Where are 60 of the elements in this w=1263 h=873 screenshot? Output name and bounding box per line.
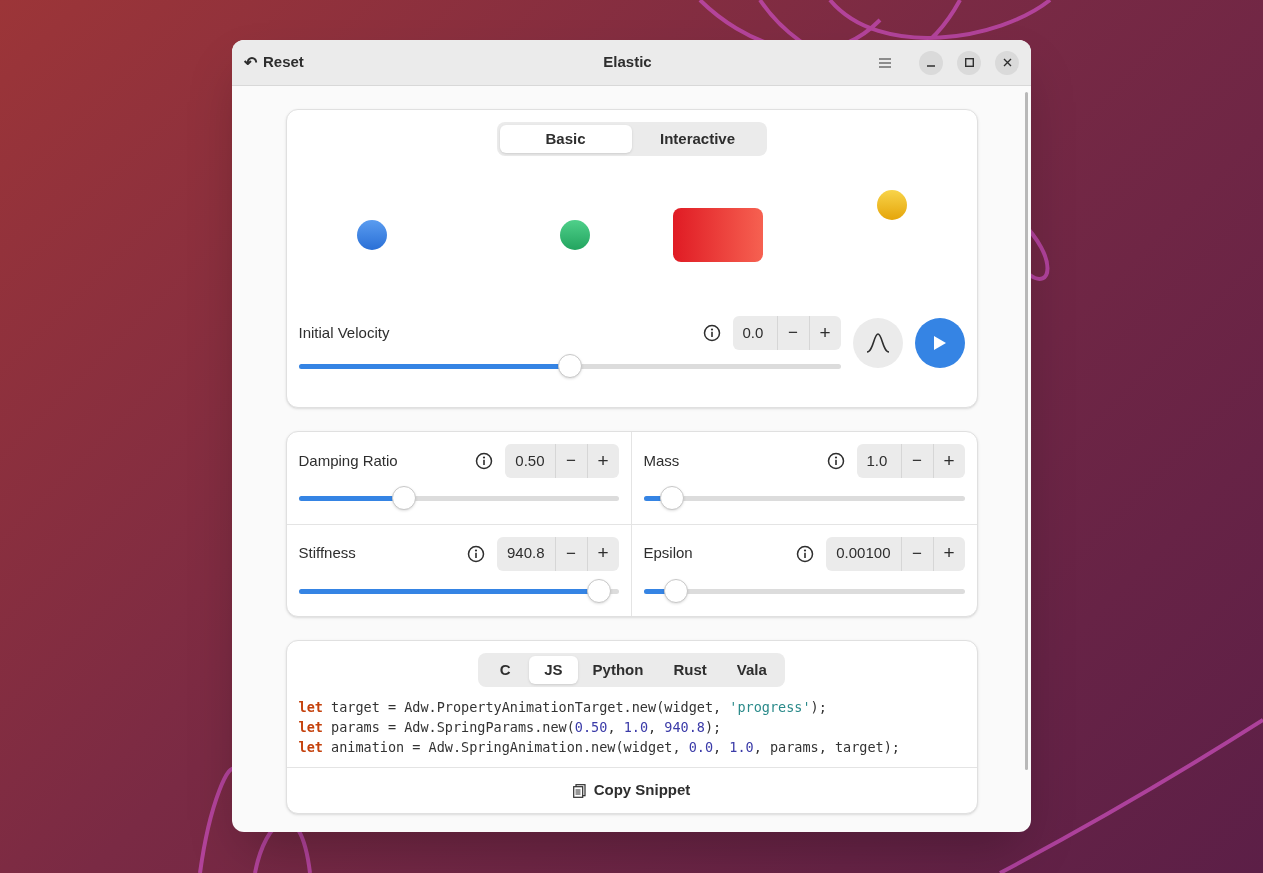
parameter-label: Mass	[643, 450, 680, 471]
increment-button[interactable]: +	[932, 536, 965, 571]
window-title: Elastic	[602, 52, 653, 73]
copy-icon	[572, 783, 586, 798]
maximize-button[interactable]	[957, 50, 981, 75]
decrement-button[interactable]: −	[776, 316, 809, 350]
scrollbar[interactable]	[1025, 92, 1028, 770]
tab[interactable]: Interactive	[631, 125, 764, 153]
increment-button[interactable]: +	[586, 444, 619, 478]
close-icon	[1002, 58, 1012, 67]
spin-value: 0.50	[514, 450, 546, 471]
parameter-label: Epsilon	[643, 543, 693, 564]
undo-icon: ↶	[244, 50, 257, 75]
slider-handle[interactable]	[663, 578, 688, 603]
parameter-label: Stiffness	[298, 543, 356, 564]
tab[interactable]: JS	[529, 656, 578, 684]
decrement-button[interactable]: −	[554, 536, 587, 571]
decrement-button[interactable]: −	[554, 444, 587, 478]
reset-button[interactable]: ↶ Reset	[244, 50, 364, 75]
spin-field[interactable]: 0.0 − +	[732, 316, 841, 350]
tab[interactable]: C	[481, 656, 530, 684]
decrement-button[interactable]: −	[900, 536, 933, 571]
code-line: let target = Adw.PropertyAnimationTarget.new(widget, 'progress');	[298, 698, 828, 717]
close-button[interactable]	[995, 50, 1019, 75]
decrement-button[interactable]: −	[900, 444, 933, 478]
slider-handle[interactable]	[660, 486, 685, 510]
play-icon	[932, 334, 947, 351]
info-icon[interactable]	[475, 452, 494, 470]
spin-value: 1.0	[865, 450, 889, 471]
increment-button[interactable]: +	[586, 536, 619, 571]
info-icon[interactable]	[466, 544, 485, 563]
code-line: let params = Adw.SpringParams.new(0.50, 1.0, 940.8);	[298, 718, 723, 737]
spin-field[interactable]: 0.00100 − +	[826, 536, 965, 571]
tab[interactable]: Python	[577, 656, 659, 684]
menu-icon[interactable]	[879, 57, 891, 68]
code-line: let animation = Adw.SpringAnimation.new(widget, 0.0, 1.0, params, target);	[298, 738, 901, 757]
copy-snippet-button[interactable]: Copy Snippet	[286, 767, 977, 813]
info-icon[interactable]	[702, 324, 721, 342]
slider-handle[interactable]	[557, 354, 582, 378]
spin-value: 0.00100	[835, 543, 892, 564]
slider-handle[interactable]	[392, 486, 417, 510]
spin-field[interactable]: 1.0 − +	[856, 444, 965, 478]
info-icon[interactable]	[796, 544, 815, 563]
info-icon[interactable]	[826, 452, 845, 470]
bell-curve-icon	[865, 332, 890, 353]
slider-handle[interactable]	[587, 578, 612, 603]
spin-field[interactable]: 940.8 − +	[496, 536, 619, 571]
maximize-icon	[964, 58, 974, 67]
minimize-icon	[927, 64, 935, 67]
spin-value: 0.0	[741, 322, 765, 343]
parameter-label: Initial Velocity	[298, 322, 390, 343]
increment-button[interactable]: +	[932, 444, 965, 478]
tab[interactable]: Rust	[658, 656, 722, 684]
spin-value: 940.8	[505, 543, 546, 564]
tab[interactable]: Vala	[721, 656, 782, 684]
parameter-label: Damping Ratio	[298, 450, 398, 471]
spin-field[interactable]: 0.50 − +	[505, 444, 619, 478]
minimize-button[interactable]	[919, 50, 943, 75]
increment-button[interactable]: +	[808, 316, 841, 350]
tab[interactable]: Basic	[499, 125, 632, 153]
